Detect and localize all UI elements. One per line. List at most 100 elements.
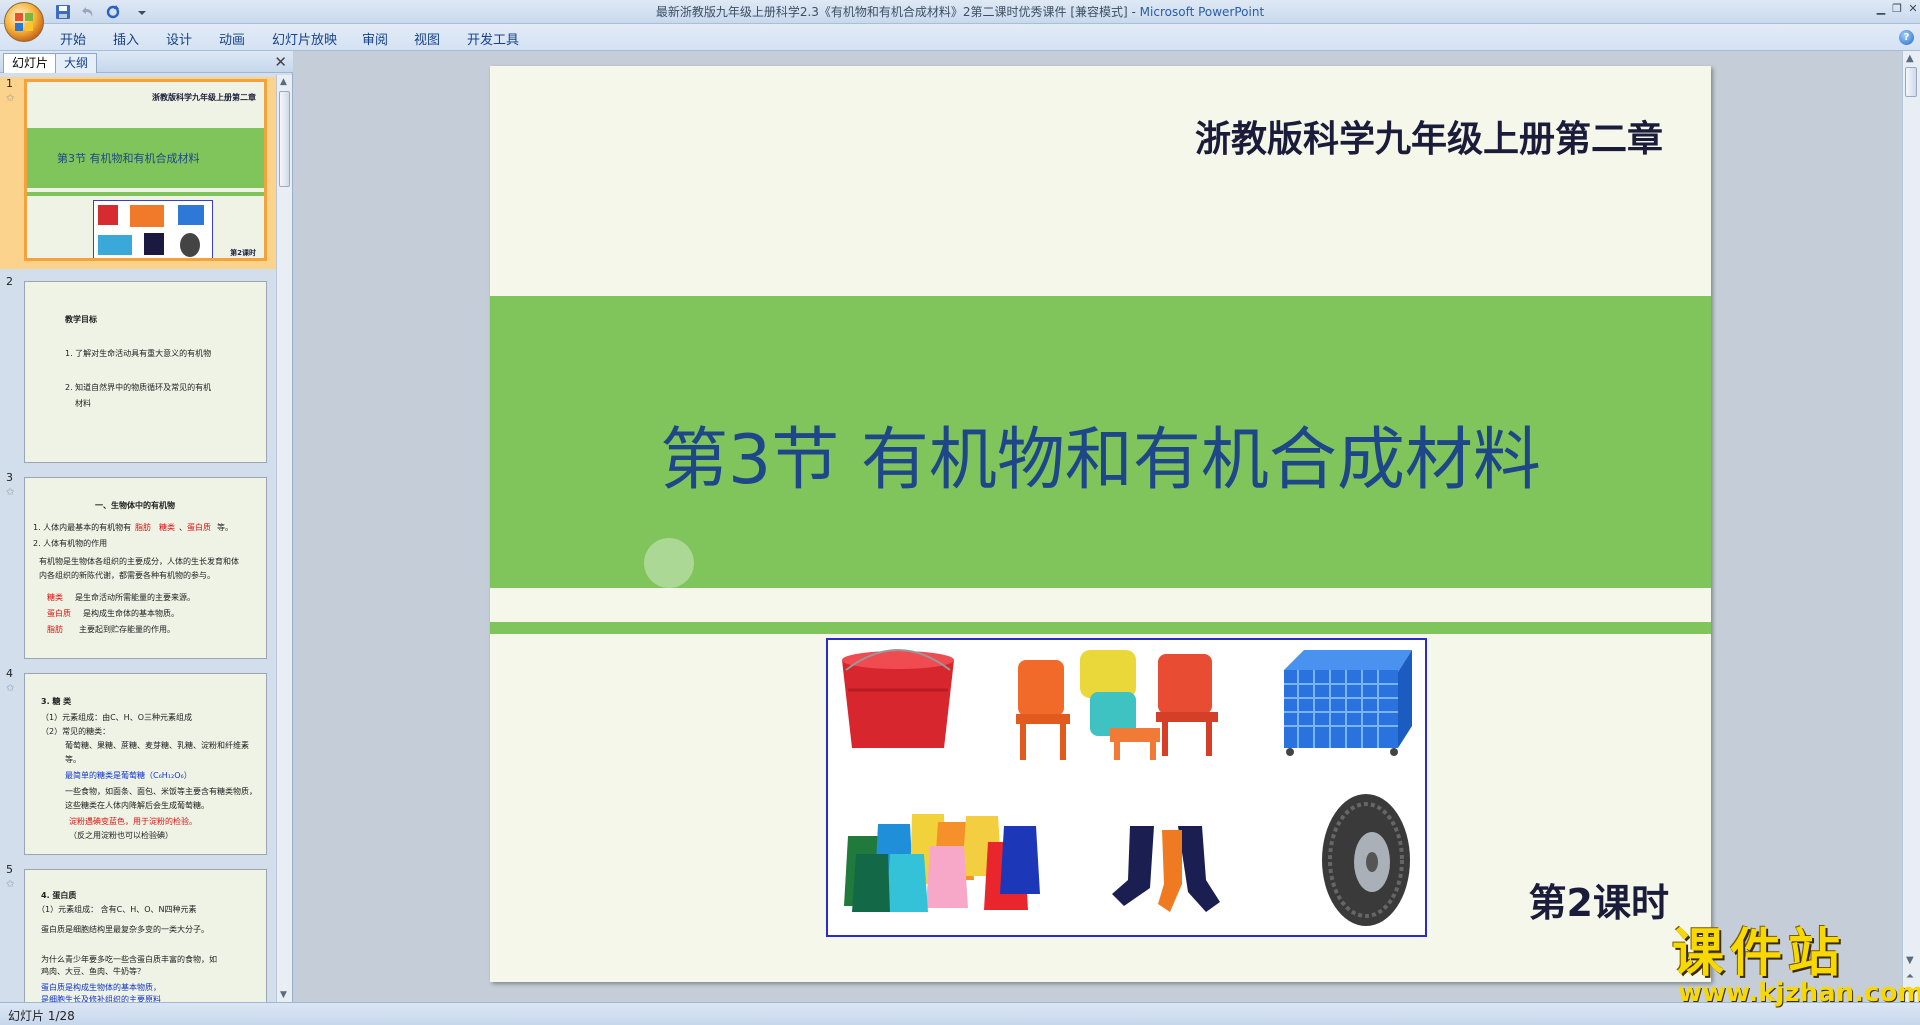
thumbnail-header: 浙教版科学九年级上册第二章 bbox=[152, 93, 256, 102]
status-bar: 幻灯片 1/28 bbox=[0, 1002, 1920, 1025]
thumbnail-list: 1 ✩ 浙教版科学九年级上册第二章 第3节 有机物和有机合成材料 第2课时 2 … bbox=[0, 75, 276, 1002]
thumbnail-line: 2. 知道自然界中的物质循环及常见的有机 bbox=[65, 383, 212, 392]
save-icon[interactable] bbox=[54, 3, 72, 21]
tab-slides[interactable]: 幻灯片 bbox=[3, 53, 58, 73]
redo-icon[interactable] bbox=[104, 3, 122, 21]
thumbnail-heading: 一、生物体中的有机物 bbox=[95, 501, 175, 510]
tab-slideshow[interactable]: 幻灯片放映 bbox=[272, 29, 337, 48]
thumbnail-line: 1. 人体内最基本的有机物有 bbox=[33, 523, 132, 532]
thumbnail-slide-1[interactable]: 1 ✩ 浙教版科学九年级上册第二章 第3节 有机物和有机合成材料 第2课时 bbox=[0, 77, 276, 269]
tab-animation[interactable]: 动画 bbox=[219, 29, 245, 48]
socks-image bbox=[1106, 812, 1260, 926]
thumbnail-line: （1）元素组成：由C、H、O三种元素组成 bbox=[41, 713, 192, 722]
scroll-thumb[interactable] bbox=[1905, 67, 1917, 97]
bucket-image bbox=[836, 646, 960, 758]
tab-review[interactable]: 审阅 bbox=[362, 29, 388, 48]
tab-insert[interactable]: 插入 bbox=[113, 29, 139, 48]
scroll-thumb[interactable] bbox=[279, 91, 290, 187]
thumbnail-line: 蛋白质是细胞结构里最复杂多变的一类大分子。 bbox=[41, 925, 209, 934]
close-button[interactable]: ✕ bbox=[1906, 2, 1920, 16]
thumbnail-line: 为什么青少年要多吃一些含蛋白质丰富的食物，如 bbox=[41, 955, 217, 964]
thumbnail-slide-4[interactable]: 4 ✩ 3. 糖 类 （1）元素组成：由C、H、O三种元素组成 （2）常见的糖类… bbox=[0, 667, 276, 859]
thumbnail-image-collage bbox=[93, 200, 213, 258]
animation-star-icon: ✩ bbox=[6, 487, 15, 498]
thumbnail-lesson: 第2课时 bbox=[230, 249, 256, 257]
thumbnail-canvas: 一、生物体中的有机物 1. 人体内最基本的有机物有 脂肪 糖类 、 蛋白质 等。… bbox=[24, 477, 267, 659]
thumbnail-line: 2. 人体有机物的作用 bbox=[33, 539, 108, 548]
thumbnail-slide-2[interactable]: 2 教学目标 1. 了解对生命活动具有重大意义的有机物 2. 知道自然界中的物质… bbox=[0, 275, 276, 467]
help-icon[interactable]: ? bbox=[1899, 30, 1914, 45]
thumbnail-line: 是构成生命体的基本物质。 bbox=[83, 609, 179, 618]
scroll-up-icon[interactable]: ▲ bbox=[280, 77, 287, 87]
thumbnail-slide-5[interactable]: 5 ✩ 4. 蛋白质 （1）元素组成： 含有C、H、O、N四种元素 蛋白质是细胞… bbox=[0, 863, 276, 1002]
animation-star-icon: ✩ bbox=[6, 683, 15, 694]
thumbnail-line: 最简单的糖类是葡萄糖（C₆H₁₂O₆） bbox=[65, 771, 192, 780]
thumbnail-line: （反之用淀粉也可以检验碘） bbox=[69, 831, 173, 840]
thumbnail-line: 蛋白质是构成生物体的基本物质， bbox=[41, 983, 161, 992]
thumbnail-line: 内各组织的新陈代谢，都需要各种有机物的参与。 bbox=[39, 571, 215, 580]
pane-tabs: 幻灯片 大纲 ✕ bbox=[0, 51, 293, 73]
window-title-app: Microsoft PowerPoint bbox=[1139, 5, 1265, 19]
thumbnail-canvas: 3. 糖 类 （1）元素组成：由C、H、O三种元素组成 （2）常见的糖类： 葡萄… bbox=[24, 673, 267, 855]
thumbnail-canvas: 教学目标 1. 了解对生命活动具有重大意义的有机物 2. 知道自然界中的物质循环… bbox=[24, 281, 267, 463]
office-button[interactable] bbox=[4, 2, 44, 42]
tab-view[interactable]: 视图 bbox=[414, 29, 440, 48]
slide-counter: 幻灯片 1/28 bbox=[8, 1009, 75, 1023]
window-title-doc: 最新浙教版九年级上册科学2.3《有机物和有机合成材料》2第二课时优秀课件 [兼容… bbox=[655, 5, 1140, 19]
plastic-crate-image bbox=[1276, 644, 1418, 758]
slide-number: 3 bbox=[6, 471, 13, 484]
decorative-circle bbox=[644, 538, 694, 588]
thumbnail-blank: 蛋白质 bbox=[187, 523, 211, 532]
thumbnail-text: 、 bbox=[179, 523, 187, 532]
tab-design[interactable]: 设计 bbox=[166, 29, 192, 48]
animation-star-icon: ✩ bbox=[6, 93, 15, 104]
thumbnail-blank: 糖类 bbox=[47, 593, 63, 602]
thumbnail-line: 1. 了解对生命活动具有重大意义的有机物 bbox=[65, 349, 212, 358]
scroll-up-icon[interactable]: ▲ bbox=[1906, 53, 1914, 64]
thumbnail-blank: 脂肪 bbox=[135, 523, 151, 532]
slide-number: 2 bbox=[6, 275, 13, 288]
tab-developer[interactable]: 开发工具 bbox=[467, 29, 519, 48]
thumbnail-slide-3[interactable]: 3 ✩ 一、生物体中的有机物 1. 人体内最基本的有机物有 脂肪 糖类 、 蛋白… bbox=[0, 471, 276, 663]
thumbnail-line: 是细胞生长及修补组织的主要原料 bbox=[41, 995, 161, 1002]
thumbnail-canvas: 4. 蛋白质 （1）元素组成： 含有C、H、O、N四种元素 蛋白质是细胞结构里最… bbox=[24, 869, 267, 1002]
restore-button[interactable]: ❐ bbox=[1890, 2, 1904, 16]
thumbnail-heading: 3. 糖 类 bbox=[41, 697, 72, 706]
slide-title[interactable]: 第3节 有机物和有机合成材料 bbox=[490, 404, 1711, 503]
product-image-collage[interactable] bbox=[826, 638, 1427, 937]
car-tire-image bbox=[1314, 790, 1416, 930]
minimize-button[interactable]: ▁ bbox=[1874, 2, 1888, 16]
tab-home[interactable]: 开始 bbox=[60, 29, 86, 48]
thumbnail-scrollbar[interactable]: ▲ ▼ bbox=[276, 75, 292, 1002]
slide-scrollbar[interactable]: ▲ ▼ ⏶ ⏷ bbox=[1902, 51, 1920, 1002]
thumbnail-line: （2）常见的糖类： bbox=[41, 727, 111, 736]
thumbnail-line: 材料 bbox=[75, 399, 91, 408]
slides-pane: 幻灯片 大纲 ✕ 1 ✩ 浙教版科学九年级上册第二章 第3节 有机物和有机合成材… bbox=[0, 51, 293, 1002]
undo-icon[interactable] bbox=[78, 3, 96, 21]
close-pane-icon[interactable]: ✕ bbox=[274, 53, 287, 71]
thumbnail-blank: 脂肪 bbox=[47, 625, 63, 634]
slide-number: 4 bbox=[6, 667, 13, 680]
thumbnail-line: 有机物是生物体各组织的主要成分，人体的生长发育和体 bbox=[39, 557, 239, 566]
scroll-down-icon[interactable]: ▼ bbox=[1906, 955, 1914, 966]
slide-number: 5 bbox=[6, 863, 13, 876]
thumbnail-heading: 4. 蛋白质 bbox=[41, 891, 77, 900]
thumbnail-line: 鸡肉、大豆、鱼肉、牛奶等？ bbox=[41, 967, 145, 976]
slide-number: 1 bbox=[6, 77, 13, 90]
scroll-down-icon[interactable]: ▼ bbox=[280, 990, 287, 1000]
lesson-label[interactable]: 第2课时 bbox=[1529, 872, 1669, 927]
watermark-title: 课件站 bbox=[1672, 924, 1847, 984]
thumbnail-line: 这些糖类在人体内降解后会生成葡萄糖。 bbox=[65, 801, 209, 810]
tab-outline[interactable]: 大纲 bbox=[55, 53, 98, 73]
product-photos bbox=[836, 644, 1418, 930]
thumbnail-title: 第3节 有机物和有机合成材料 bbox=[57, 152, 200, 165]
current-slide[interactable]: 浙教版科学九年级上册第二章 第3节 有机物和有机合成材料 第2课时 bbox=[490, 66, 1711, 982]
animation-star-icon: ✩ bbox=[6, 879, 15, 890]
customize-toolbar-icon[interactable] bbox=[136, 3, 148, 21]
thumbnail-heading: 教学目标 bbox=[65, 315, 97, 324]
thumbnail-line: 淀粉遇碘变蓝色，用于淀粉的检验。 bbox=[69, 817, 197, 826]
slide-header-text[interactable]: 浙教版科学九年级上册第二章 bbox=[1195, 110, 1663, 162]
thumbnail-line: 主要起到贮存能量的作用。 bbox=[79, 625, 175, 634]
thumbnail-line: 葡萄糖、果糖、蔗糖、麦芽糖、乳糖、淀粉和纤维素 bbox=[65, 741, 249, 750]
thumbnail-line: 一些食物，如面条、面包、米饭等主要含有糖类物质， bbox=[65, 787, 257, 796]
